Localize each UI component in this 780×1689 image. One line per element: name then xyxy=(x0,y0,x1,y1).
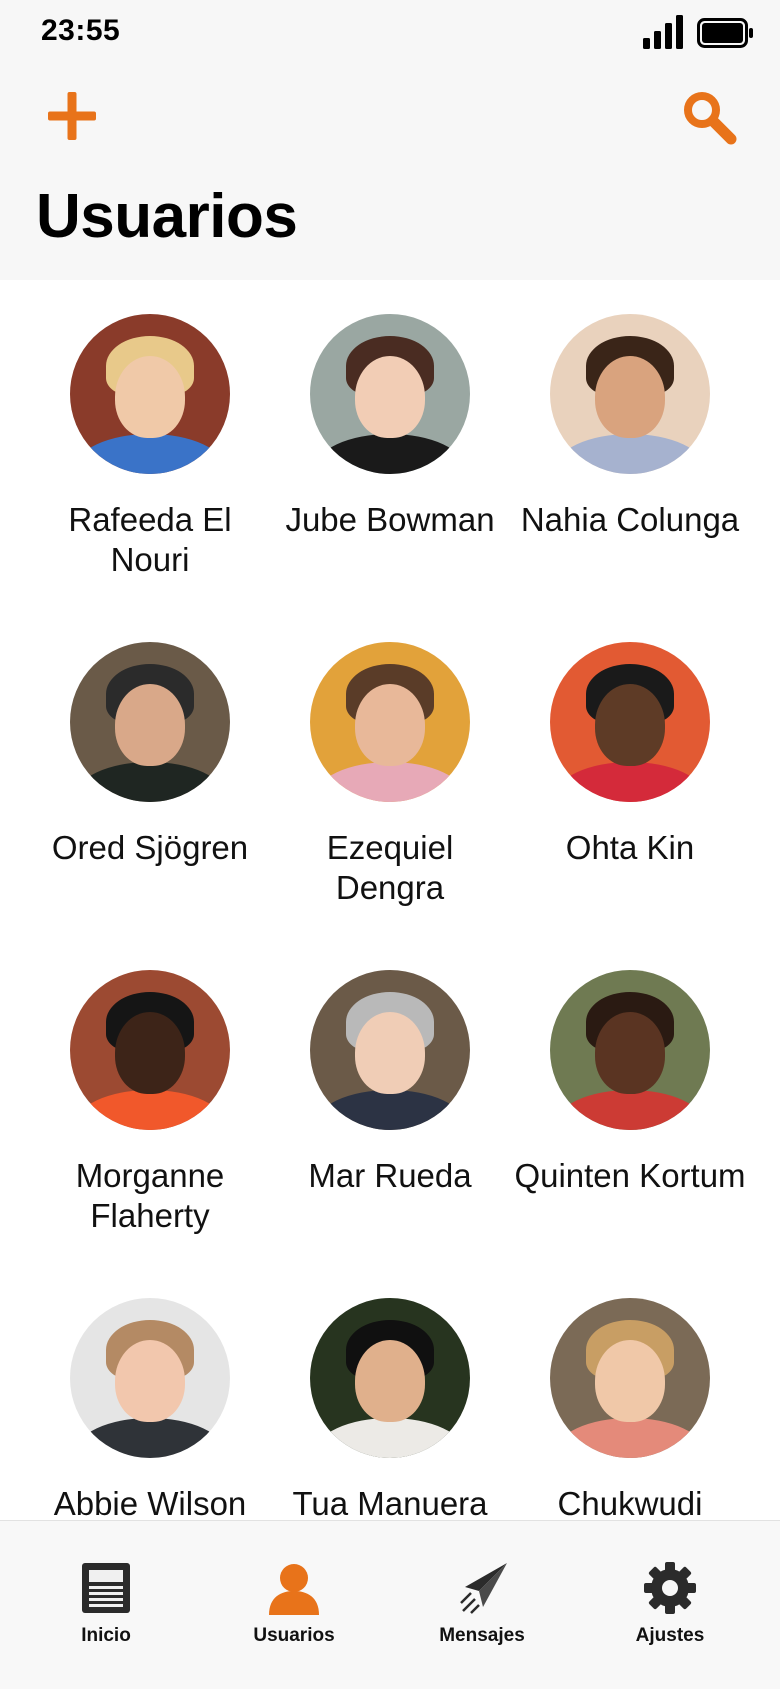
user-name: Rafeeda El Nouri xyxy=(68,501,232,578)
battery-icon xyxy=(697,18,753,48)
user-name: Morganne Flaherty xyxy=(75,1157,225,1234)
user-name: Ezequiel Dengra xyxy=(326,829,454,906)
newspaper-icon xyxy=(82,1563,130,1613)
search-icon xyxy=(684,92,737,145)
user-name: Chukwudi xyxy=(557,1485,703,1522)
user-card[interactable]: Rafeeda El Nouri xyxy=(30,280,270,580)
avatar-body xyxy=(75,762,225,802)
user-name: Nahia Colunga xyxy=(520,501,740,538)
user-name: Mar Rueda xyxy=(308,1157,472,1194)
paper-plane-icon xyxy=(460,1563,507,1614)
tab-label: Inicio xyxy=(81,1625,131,1646)
avatar xyxy=(310,1298,470,1458)
user-name: Abbie Wilson xyxy=(53,1485,247,1522)
avatar-body xyxy=(75,1418,225,1458)
avatar-face xyxy=(355,1339,425,1422)
user-card[interactable]: Jube Bowman xyxy=(270,280,510,540)
avatar-face xyxy=(595,1339,665,1422)
page-title: Usuarios xyxy=(36,182,298,251)
avatar xyxy=(310,642,470,802)
user-card[interactable]: Quinten Kortum xyxy=(510,936,750,1196)
user-card[interactable]: Nahia Colunga xyxy=(510,280,750,540)
user-name: Ohta Kin xyxy=(565,829,695,866)
avatar xyxy=(70,1298,230,1458)
user-name: Quinten Kortum xyxy=(514,1157,746,1194)
avatar-face xyxy=(115,1011,185,1094)
user-card[interactable]: Ezequiel Dengra xyxy=(270,608,510,908)
tab-ajustes[interactable]: Ajustes xyxy=(576,1561,764,1647)
avatar-body xyxy=(555,1418,705,1458)
avatar xyxy=(70,314,230,474)
person-icon xyxy=(269,1564,319,1615)
add-user-button[interactable] xyxy=(44,88,100,144)
avatar-face xyxy=(355,1011,425,1094)
header: 23:55 Usuarios xyxy=(0,0,780,280)
avatar-face xyxy=(115,683,185,766)
search-button[interactable] xyxy=(680,88,740,148)
user-card[interactable]: Chukwudi xyxy=(510,1264,750,1524)
avatar-face xyxy=(115,1339,185,1422)
avatar-face xyxy=(595,683,665,766)
avatar-face xyxy=(595,355,665,438)
avatar-body xyxy=(315,1090,465,1130)
plus-icon xyxy=(48,92,96,140)
user-name: Tua Manuera xyxy=(292,1485,488,1522)
avatar-body xyxy=(555,1090,705,1130)
cellular-signal-icon xyxy=(643,15,683,49)
user-card[interactable]: Abbie Wilson xyxy=(30,1264,270,1524)
user-name: Jube Bowman xyxy=(285,501,495,538)
user-card[interactable]: Ored Sjögren xyxy=(30,608,270,868)
user-name: Ored Sjögren xyxy=(51,829,249,866)
user-card[interactable]: Mar Rueda xyxy=(270,936,510,1196)
avatar-body xyxy=(555,762,705,802)
tab-label: Ajustes xyxy=(635,1625,705,1646)
avatar-body xyxy=(315,434,465,474)
avatar-face xyxy=(355,355,425,438)
avatar-body xyxy=(75,434,225,474)
avatar xyxy=(550,314,710,474)
user-card[interactable]: Morganne Flaherty xyxy=(30,936,270,1236)
avatar xyxy=(70,642,230,802)
avatar-face xyxy=(115,355,185,438)
avatar-body xyxy=(315,762,465,802)
user-card[interactable]: Tua Manuera xyxy=(270,1264,510,1524)
avatar xyxy=(550,1298,710,1458)
gear-icon xyxy=(644,1562,696,1614)
avatar xyxy=(550,642,710,802)
avatar-face xyxy=(355,683,425,766)
avatar xyxy=(310,970,470,1130)
avatar-body xyxy=(555,434,705,474)
avatar-body xyxy=(75,1090,225,1130)
avatar-face xyxy=(595,1011,665,1094)
tab-bar: Inicio Usuarios Mensajes Ajustes xyxy=(0,1520,780,1689)
avatar xyxy=(70,970,230,1130)
tab-label: Mensajes xyxy=(439,1625,525,1646)
avatar-body xyxy=(315,1418,465,1458)
avatar xyxy=(550,970,710,1130)
tab-label: Usuarios xyxy=(253,1625,335,1646)
tab-inicio[interactable]: Inicio xyxy=(12,1561,200,1647)
tab-usuarios[interactable]: Usuarios xyxy=(200,1561,388,1647)
status-time: 23:55 xyxy=(41,14,121,47)
avatar xyxy=(310,314,470,474)
tab-mensajes[interactable]: Mensajes xyxy=(388,1561,576,1647)
user-card[interactable]: Ohta Kin xyxy=(510,608,750,868)
